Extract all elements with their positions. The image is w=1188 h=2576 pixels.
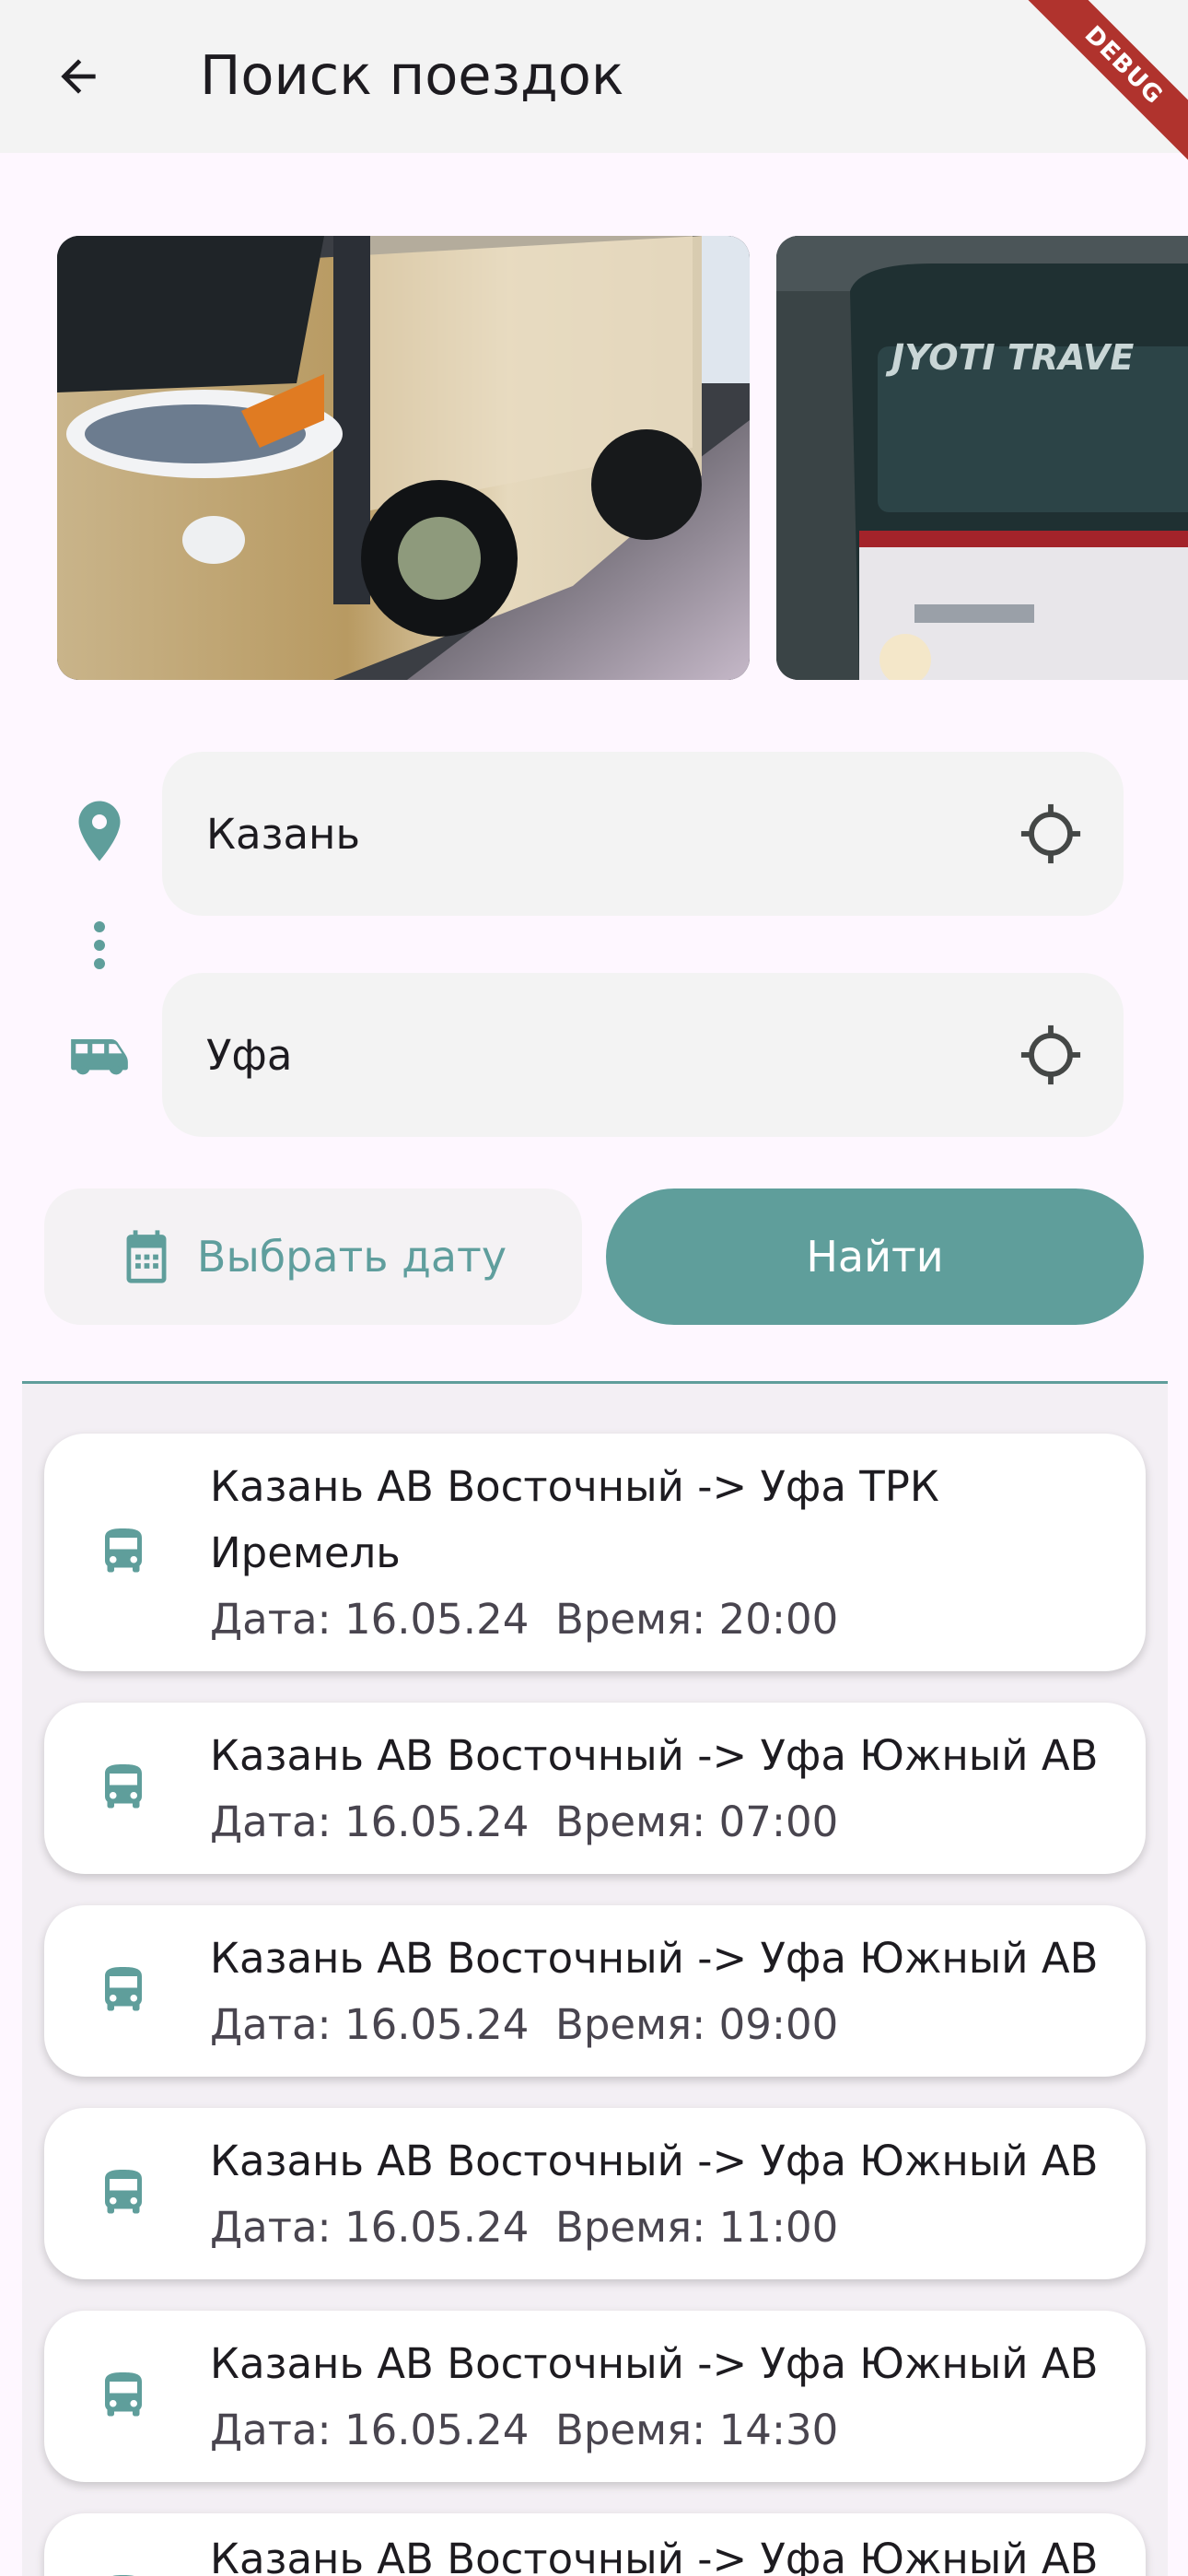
trip-datetime: Дата: 16.05.24 Время: 07:00 — [210, 1797, 839, 1846]
trip-datetime: Дата: 16.05.24 Время: 11:00 — [210, 2203, 839, 2252]
trip-card[interactable]: Казань АВ Восточный -> Уфа Южный АВ Дата… — [44, 1703, 1146, 1874]
departure-value: Казань — [206, 809, 360, 859]
location-pin-icon — [72, 798, 127, 864]
trip-route: Казань АВ Восточный -> Уфа Южный АВ — [210, 2339, 1099, 2388]
bus-icon — [105, 2170, 142, 2214]
app-bar: Поиск поездок DEBUG — [0, 0, 1188, 184]
gold-bus-photo[interactable] — [57, 236, 750, 680]
arrival-value: Уфа — [206, 1030, 293, 1080]
gps-target-icon[interactable] — [1019, 1023, 1083, 1087]
trip-card[interactable]: Казань АВ Восточный -> Уфа Южный АВ Дата… — [44, 2108, 1146, 2279]
back-button[interactable] — [37, 39, 120, 114]
trip-card[interactable]: Казань АВ Восточный -> Уфа Южный АВ Дата… — [44, 2311, 1146, 2482]
trip-route: Казань АВ Восточный -> Уфа ТРК Иремель — [210, 1462, 939, 1577]
vertical-dots-icon — [85, 919, 114, 971]
trip-datetime: Дата: 16.05.24 Время: 14:30 — [210, 2406, 839, 2454]
select-date-label: Выбрать дату — [196, 1232, 507, 1282]
bus-icon — [105, 1528, 142, 1573]
debug-banner-area: DEBUG — [1004, 0, 1188, 184]
select-date-button[interactable]: Выбрать дату — [44, 1188, 582, 1325]
bus-side-icon — [66, 1030, 133, 1082]
trip-results-list[interactable]: Казань АВ Восточный -> Уфа ТРК Иремель Д… — [22, 1384, 1168, 2576]
trip-route: Казань АВ Восточный -> Уфа Южный АВ — [210, 1934, 1099, 1983]
search-button-label: Найти — [806, 1232, 944, 1282]
bus-destination-text: JYOTI TRAVE — [885, 337, 1134, 378]
debug-banner: DEBUG — [1004, 0, 1188, 184]
gps-target-icon[interactable] — [1019, 802, 1083, 866]
image-carousel[interactable]: JYOTI TRAVE — [0, 236, 1188, 680]
trip-route: Казань АВ Восточный -> Уфа Южный АВ — [210, 1731, 1099, 1780]
trip-route: Казань АВ Восточный -> Уфа Южный АВ — [210, 2137, 1099, 2185]
departure-field[interactable]: Казань — [162, 752, 1124, 916]
bus-icon — [105, 1764, 142, 1809]
bus-icon — [112, 2575, 134, 2576]
arrival-field[interactable]: Уфа — [162, 973, 1124, 1137]
arrow-back-icon — [61, 59, 96, 94]
jyoti-travels-bus-photo[interactable]: JYOTI TRAVE — [776, 236, 1188, 680]
search-button[interactable]: Найти — [606, 1188, 1144, 1325]
trip-datetime: Дата: 16.05.24 Время: 20:00 — [210, 1595, 839, 1644]
page-title: Поиск поездок — [200, 43, 624, 107]
trip-datetime: Дата: 16.05.24 Время: 09:00 — [210, 2000, 839, 2049]
trip-card[interactable]: Казань АВ Восточный -> Уфа Южный АВ Дата… — [44, 1905, 1146, 2077]
bus-icon — [105, 2372, 142, 2417]
calendar-icon — [126, 1230, 167, 1283]
trip-route: Казань АВ Восточный -> Уфа Южный АВ — [210, 2535, 1099, 2576]
trip-card[interactable]: Казань АВ Восточный -> Уфа ТРК Иремель Д… — [44, 1434, 1146, 1671]
bus-icon — [105, 1967, 142, 2011]
trip-card[interactable]: Казань АВ Восточный -> Уфа Южный АВ — [44, 2513, 1146, 2576]
